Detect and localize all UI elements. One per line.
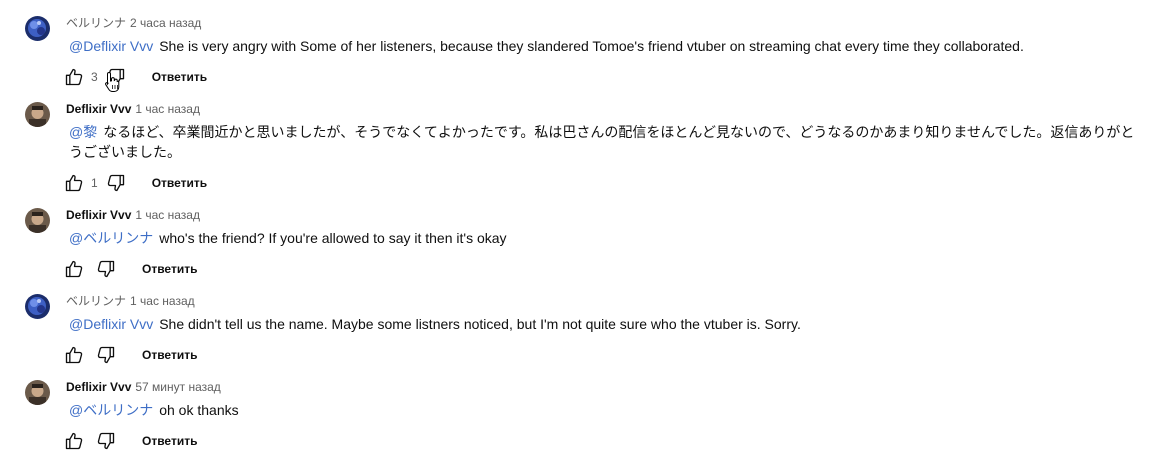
comment-header: Deflixir Vvv 1 час назад	[66, 101, 200, 117]
avatar[interactable]	[25, 102, 50, 127]
mention-link[interactable]: @ベルリンナ	[69, 230, 153, 246]
avatar[interactable]	[25, 16, 50, 41]
comment-actions: Ответить	[64, 344, 197, 366]
avatar[interactable]	[25, 294, 50, 319]
mention-link[interactable]: @ベルリンナ	[69, 402, 153, 418]
comment-body: She is very angry with Some of her liste…	[159, 38, 1024, 54]
avatar[interactable]	[25, 208, 50, 233]
timestamp[interactable]: 1 час назад	[135, 102, 200, 116]
mention-link[interactable]: @黎	[69, 124, 97, 140]
reply-button[interactable]: Ответить	[142, 262, 197, 276]
thumbs-down-icon[interactable]	[106, 67, 126, 87]
comment-text: @ベルリンナ oh ok thanks	[69, 400, 1144, 420]
thumbs-down-icon[interactable]	[96, 259, 116, 279]
comment-body: oh ok thanks	[159, 402, 239, 418]
comment-actions: 3 Ответить	[64, 66, 207, 88]
timestamp[interactable]: 1 час назад	[130, 294, 195, 308]
thumbs-up-icon[interactable]	[64, 259, 84, 279]
thumbs-up-icon[interactable]	[64, 345, 84, 365]
comment-body: She didn't tell us the name. Maybe some …	[159, 316, 801, 332]
timestamp[interactable]: 2 часа назад	[130, 16, 201, 30]
reply-thread: ベルリンナ 2 часа назад @Deflixir Vvv She is ve…	[0, 0, 1172, 457]
thumbs-down-icon[interactable]	[96, 345, 116, 365]
author-name[interactable]: ベルリンナ	[66, 16, 126, 30]
reply-button[interactable]: Ответить	[142, 434, 197, 448]
comment-header: Deflixir Vvv 1 час назад	[66, 207, 200, 223]
comment-actions: Ответить	[64, 258, 197, 280]
comment-body: who's the friend? If you're allowed to s…	[159, 230, 507, 246]
mention-link[interactable]: @Deflixir Vvv	[69, 316, 153, 332]
comment-header: ベルリンナ 2 часа назад	[66, 15, 201, 31]
timestamp[interactable]: 57 минут назад	[135, 380, 220, 394]
comment-actions: 1 Ответить	[64, 172, 207, 194]
reply-button[interactable]: Ответить	[152, 70, 207, 84]
author-name[interactable]: Deflixir Vvv	[66, 102, 131, 116]
author-name[interactable]: Deflixir Vvv	[66, 380, 131, 394]
comment-header: ベルリンナ 1 час назад	[66, 293, 195, 309]
thumbs-down-icon[interactable]	[96, 431, 116, 451]
comment-actions: Ответить	[64, 430, 197, 452]
thumbs-up-icon[interactable]	[64, 173, 84, 193]
thumbs-down-icon[interactable]	[106, 173, 126, 193]
author-name[interactable]: ベルリンナ	[66, 294, 126, 308]
comment-text: @ベルリンナ who's the friend? If you're allowe…	[69, 228, 1144, 248]
like-count: 3	[91, 70, 98, 84]
thumbs-up-icon[interactable]	[64, 431, 84, 451]
reply-button[interactable]: Ответить	[142, 348, 197, 362]
avatar[interactable]	[25, 380, 50, 405]
thumbs-up-icon[interactable]	[64, 67, 84, 87]
author-name[interactable]: Deflixir Vvv	[66, 208, 131, 222]
comment-body: なるほど、卒業間近かと思いましたが、そうでなくてよかったです。私は巴さんの配信を…	[69, 124, 1135, 160]
like-count: 1	[91, 176, 98, 190]
comment-header: Deflixir Vvv 57 минут назад	[66, 379, 221, 395]
comment-text: @黎 なるほど、卒業間近かと思いましたが、そうでなくてよかったです。私は巴さんの配…	[69, 122, 1144, 162]
comment-text: @Deflixir Vvv She didn't tell us the name…	[69, 314, 1144, 334]
reply-button[interactable]: Ответить	[152, 176, 207, 190]
mention-link[interactable]: @Deflixir Vvv	[69, 38, 153, 54]
comment-text: @Deflixir Vvv She is very angry with Some…	[69, 36, 1144, 56]
timestamp[interactable]: 1 час назад	[135, 208, 200, 222]
